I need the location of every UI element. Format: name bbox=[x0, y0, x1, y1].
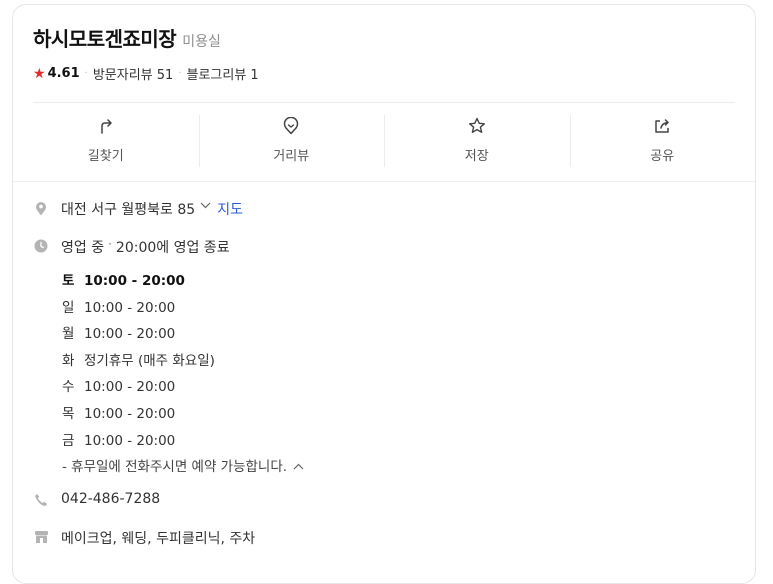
map-link[interactable]: 지도 bbox=[217, 199, 243, 219]
place-header: 하시모토겐죠미장 미용실 ★ 4.61 · 방문자리뷰 51 · 블로그리뷰 1 bbox=[33, 23, 259, 83]
services-row: 메이크업, 웨딩, 두피클리닉, 주차 bbox=[33, 528, 735, 548]
day-hours: 정기휴무 (매주 화요일) bbox=[84, 352, 215, 369]
day-hours: 10:00 - 20:00 bbox=[84, 326, 176, 343]
hours-day-row: 토 10:00 - 20:00 bbox=[62, 268, 735, 295]
separator-dot: · bbox=[178, 68, 182, 79]
chevron-up-icon[interactable] bbox=[293, 454, 304, 481]
hours-day-row: 월 10:00 - 20:00 bbox=[62, 321, 735, 348]
hours-day-row: 목 10:00 - 20:00 bbox=[62, 401, 735, 428]
day-label: 금 bbox=[62, 432, 75, 449]
address-text[interactable]: 대전 서구 월평북로 85 bbox=[61, 199, 195, 219]
phone-icon bbox=[33, 491, 49, 509]
day-label: 토 bbox=[62, 273, 75, 289]
hours-list: 토 10:00 - 20:00 일 10:00 - 20:00 월 10:00 … bbox=[62, 268, 735, 481]
action-bar: 길찾기 거리뷰 저장 공유 bbox=[13, 115, 755, 175]
phone-row: 042-486-7288 bbox=[33, 491, 735, 509]
separator-dot: · bbox=[84, 68, 88, 79]
hours-day-row: 화 정기휴무 (매주 화요일) bbox=[62, 348, 735, 375]
visitor-reviews-link[interactable]: 방문자리뷰 51 bbox=[93, 64, 173, 83]
day-hours: 10:00 - 20:00 bbox=[84, 273, 185, 289]
directions-button[interactable]: 길찾기 bbox=[13, 115, 199, 175]
streetview-icon bbox=[280, 115, 302, 137]
address-row: 대전 서구 월평북로 85 지도 bbox=[33, 199, 735, 219]
open-status: 영업 중 bbox=[61, 240, 105, 256]
rating-value: 4.61 bbox=[47, 66, 80, 81]
place-name[interactable]: 하시모토겐죠미장 bbox=[33, 23, 177, 52]
info-section: 대전 서구 월평북로 85 지도 영업 중 · 20:00에 영업 종료 토 1… bbox=[33, 199, 735, 548]
phone-number[interactable]: 042-486-7288 bbox=[61, 491, 160, 507]
day-label: 화 bbox=[62, 352, 75, 369]
share-button[interactable]: 공유 bbox=[569, 115, 756, 175]
services-text: 메이크업, 웨딩, 두피클리닉, 주차 bbox=[61, 530, 256, 547]
separator-dot: · bbox=[108, 237, 112, 251]
hours-note-row: - 휴무일에 전화주시면 예약 가능합니다. bbox=[62, 454, 735, 481]
share-icon bbox=[651, 115, 673, 137]
day-hours: 10:00 - 20:00 bbox=[84, 432, 176, 449]
directions-icon bbox=[95, 115, 117, 137]
chevron-down-icon[interactable] bbox=[200, 199, 211, 212]
title-line: 하시모토겐죠미장 미용실 bbox=[33, 23, 259, 52]
day-label: 일 bbox=[62, 299, 75, 316]
streetview-label: 거리뷰 bbox=[273, 149, 310, 164]
close-info: 20:00에 영업 종료 bbox=[115, 240, 230, 256]
clock-icon bbox=[33, 237, 49, 255]
hours-day-row: 수 10:00 - 20:00 bbox=[62, 374, 735, 401]
place-category: 미용실 bbox=[182, 34, 221, 50]
rating-line: ★ 4.61 · 방문자리뷰 51 · 블로그리뷰 1 bbox=[33, 64, 259, 84]
day-hours: 10:00 - 20:00 bbox=[84, 379, 176, 396]
star-rating-icon: ★ bbox=[33, 65, 46, 82]
divider bbox=[13, 181, 755, 182]
day-hours: 10:00 - 20:00 bbox=[84, 299, 176, 316]
day-hours: 10:00 - 20:00 bbox=[84, 405, 176, 422]
streetview-button[interactable]: 거리뷰 bbox=[198, 115, 385, 175]
hours-note: - 휴무일에 전화주시면 예약 가능합니다. bbox=[62, 459, 288, 476]
blog-reviews-link[interactable]: 블로그리뷰 1 bbox=[187, 64, 259, 83]
hours-day-row: 금 10:00 - 20:00 bbox=[62, 428, 735, 455]
save-button[interactable]: 저장 bbox=[384, 115, 570, 175]
hours-row: 영업 중 · 20:00에 영업 종료 bbox=[33, 237, 735, 257]
share-label: 공유 bbox=[650, 149, 675, 164]
location-pin-icon bbox=[33, 199, 49, 217]
store-icon bbox=[33, 528, 49, 546]
star-outline-icon bbox=[466, 115, 488, 137]
directions-label: 길찾기 bbox=[87, 149, 124, 164]
save-label: 저장 bbox=[464, 149, 489, 164]
day-label: 수 bbox=[62, 379, 75, 396]
place-card: 하시모토겐죠미장 미용실 ★ 4.61 · 방문자리뷰 51 · 블로그리뷰 1… bbox=[12, 4, 756, 584]
divider bbox=[33, 102, 735, 103]
day-label: 목 bbox=[62, 405, 75, 422]
day-label: 월 bbox=[62, 326, 75, 343]
hours-day-row: 일 10:00 - 20:00 bbox=[62, 295, 735, 322]
